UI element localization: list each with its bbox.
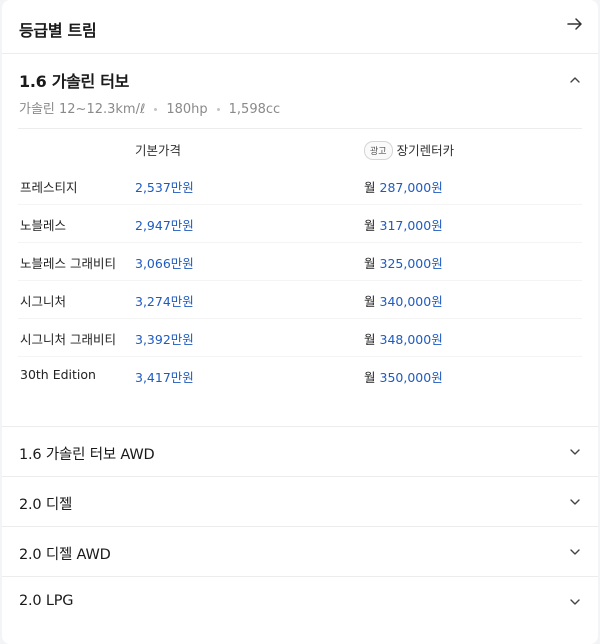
ad-badge: 광고 xyxy=(364,141,393,160)
rent-price-link[interactable]: 월 340,000원 xyxy=(364,291,443,310)
trim-name: 노블레스 xyxy=(20,218,67,233)
table-row[interactable]: 시그니처 그래비티 3,392만원 월 348,000원 xyxy=(18,318,582,356)
table-row[interactable]: 노블레스 그래비티 3,066만원 월 325,000원 xyxy=(18,242,582,280)
accordion-label: 2.0 디젤 xyxy=(19,497,73,513)
accordion-2-0-lpg[interactable]: 2.0 LPG xyxy=(2,576,598,626)
trim-name: 30th Edition xyxy=(20,367,96,382)
rent-price-link[interactable]: 월 317,000원 xyxy=(364,215,443,234)
table-row[interactable]: 노블레스 2,947만원 월 317,000원 xyxy=(18,204,582,242)
spec-displacement: 1,598cc xyxy=(228,102,281,117)
arrow-right-icon[interactable] xyxy=(566,15,584,33)
trim-section-title[interactable]: 1.6 가솔린 터보 xyxy=(19,68,129,92)
table-row[interactable]: 시그니처 3,274만원 월 340,000원 xyxy=(18,280,582,318)
accordion-2-0-diesel-awd[interactable]: 2.0 디젤 AWD xyxy=(2,526,598,576)
spec-fuel-efficiency: 가솔린 12~12.3km/ℓ xyxy=(19,102,146,117)
engine-specs: 가솔린 12~12.3km/ℓ 180hp 1,598cc xyxy=(19,98,280,117)
chevron-up-icon[interactable] xyxy=(568,73,582,87)
column-base-price: 기본가격 xyxy=(135,143,182,158)
trim-name: 노블레스 그래비티 xyxy=(20,256,116,271)
chevron-down-icon[interactable] xyxy=(568,495,582,509)
table-row[interactable]: 30th Edition 3,417만원 월 350,000원 xyxy=(18,356,582,394)
accordion-2-0-diesel[interactable]: 2.0 디젤 xyxy=(2,476,598,526)
accordion-1-6-turbo-awd[interactable]: 1.6 가솔린 터보 AWD xyxy=(2,426,598,476)
base-price: 2,537만원 xyxy=(135,180,194,195)
trim-price-table: 기본가격 광고 장기렌터카 프레스티지 2,537만원 월 287,000원 노블… xyxy=(18,128,582,394)
rent-price-link[interactable]: 월 350,000원 xyxy=(364,367,443,386)
base-price: 2,947만원 xyxy=(135,218,194,233)
trim-card: 등급별 트림 1.6 가솔린 터보 가솔린 12~12.3km/ℓ 180hp 1,… xyxy=(2,0,598,644)
rent-price-link[interactable]: 월 325,000원 xyxy=(364,253,443,272)
table-row[interactable]: 프레스티지 2,537만원 월 287,000원 xyxy=(18,166,582,204)
column-long-term-rent: 광고 장기렌터카 xyxy=(364,140,454,160)
chevron-down-icon[interactable] xyxy=(568,595,582,609)
chevron-down-icon[interactable] xyxy=(568,445,582,459)
rent-price-link[interactable]: 월 287,000원 xyxy=(364,177,443,196)
base-price: 3,392만원 xyxy=(135,332,194,347)
accordion-label: 2.0 디젤 AWD xyxy=(19,547,111,563)
spec-separator xyxy=(154,108,158,111)
base-price: 3,066만원 xyxy=(135,256,194,271)
chevron-down-icon[interactable] xyxy=(568,545,582,559)
trim-name: 시그니처 그래비티 xyxy=(20,332,116,347)
trim-name: 시그니처 xyxy=(20,294,67,309)
page-title: 등급별 트림 xyxy=(19,21,97,40)
card-header: 등급별 트림 xyxy=(2,0,598,54)
rent-price-link[interactable]: 월 348,000원 xyxy=(364,329,443,348)
accordion-label: 1.6 가솔린 터보 AWD xyxy=(19,447,155,463)
trim-name: 프레스티지 xyxy=(20,180,78,195)
table-header: 기본가격 광고 장기렌터카 xyxy=(18,128,582,166)
base-price: 3,274만원 xyxy=(135,294,194,309)
base-price: 3,417만원 xyxy=(135,370,194,385)
column-rent-label: 장기렌터카 xyxy=(396,143,455,158)
spec-separator xyxy=(216,108,220,111)
accordion-label: 2.0 LPG xyxy=(19,593,74,609)
spec-horsepower: 180hp xyxy=(166,102,208,117)
